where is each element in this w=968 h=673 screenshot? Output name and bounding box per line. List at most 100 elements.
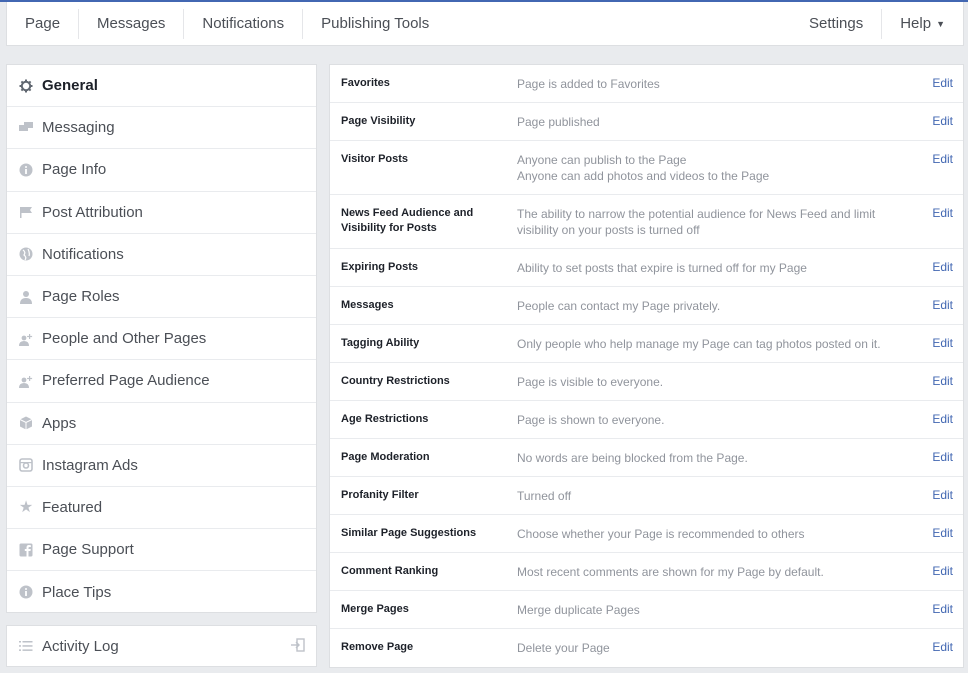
- edit-link[interactable]: Edit: [932, 602, 953, 616]
- sidebar-item-label: People and Other Pages: [42, 330, 207, 348]
- help-menu[interactable]: Help ▼: [882, 9, 963, 39]
- row-value-line: Anyone can publish to the Page: [517, 153, 687, 167]
- row-value: Delete your Page: [517, 641, 610, 655]
- row-label: Tagging Ability: [341, 337, 420, 349]
- row-label: Country Restrictions: [341, 375, 450, 387]
- settings-row-profanity-filter: Profanity Filter Turned off Edit: [330, 477, 963, 515]
- row-value: Page is shown to everyone.: [517, 413, 665, 427]
- sidebar-item-label: Featured: [42, 498, 103, 516]
- edit-link[interactable]: Edit: [932, 640, 953, 654]
- sidebar-item-label: Post Attribution: [42, 203, 143, 221]
- sidebar-item-preferred-page-audience[interactable]: Preferred Page Audience: [7, 360, 316, 403]
- audience-icon: [18, 373, 34, 389]
- edit-link[interactable]: Edit: [932, 450, 953, 464]
- activity-log-label: Activity Log: [42, 637, 119, 655]
- row-value: Page published: [517, 115, 600, 129]
- row-label: Favorites: [341, 77, 390, 89]
- sidebar-item-label: General: [42, 77, 98, 95]
- list-icon: [18, 638, 34, 654]
- sidebar-item-people-and-other-pages[interactable]: People and Other Pages: [7, 318, 316, 361]
- edit-link[interactable]: Edit: [932, 412, 953, 426]
- row-label: Messages: [341, 299, 394, 311]
- sidebar-item-label: Place Tips: [42, 583, 112, 601]
- info-icon: [18, 162, 34, 178]
- settings-row-page-moderation: Page Moderation No words are being block…: [330, 439, 963, 477]
- row-value: Choose whether your Page is recommended …: [517, 527, 805, 541]
- settings-row-comment-ranking: Comment Ranking Most recent comments are…: [330, 553, 963, 591]
- sidebar-item-notifications[interactable]: Notifications: [7, 234, 316, 276]
- activity-log-link[interactable]: Activity Log: [6, 625, 317, 667]
- tab-messages[interactable]: Messages: [79, 8, 185, 39]
- globe-icon: [18, 246, 34, 262]
- row-value: Page is added to Favorites: [517, 77, 660, 91]
- settings-panel: Favorites Page is added to Favorites Edi…: [329, 64, 964, 668]
- sidebar-item-label: Notifications: [42, 245, 124, 263]
- person-icon: [18, 289, 34, 305]
- sidebar-item-featured[interactable]: ★ Featured: [7, 487, 316, 530]
- edit-link[interactable]: Edit: [932, 260, 953, 274]
- settings-row-country-restrictions: Country Restrictions Page is visible to …: [330, 363, 963, 401]
- sidebar-item-label: Instagram Ads: [42, 456, 138, 474]
- row-label: Visitor Posts: [341, 153, 409, 165]
- sidebar-item-messaging[interactable]: Messaging: [7, 107, 316, 150]
- row-label: Page Moderation: [341, 451, 430, 463]
- sidebar-item-instagram-ads[interactable]: Instagram Ads: [7, 445, 316, 487]
- row-value: Merge duplicate Pages: [517, 603, 640, 617]
- edit-link[interactable]: Edit: [932, 206, 953, 220]
- sidebar-item-general[interactable]: General: [7, 65, 316, 108]
- row-value: Only people who help manage my Page can …: [517, 337, 881, 351]
- edit-link[interactable]: Edit: [932, 298, 953, 312]
- edit-link[interactable]: Edit: [932, 374, 953, 388]
- settings-row-age-restrictions: Age Restrictions Page is shown to everyo…: [330, 401, 963, 439]
- row-value-line: Anyone can add photos and videos to the …: [517, 169, 770, 183]
- settings-row-messages: Messages People can contact my Page priv…: [330, 287, 963, 325]
- info-icon: [18, 584, 34, 600]
- sidebar-item-page-info[interactable]: Page Info: [7, 149, 316, 192]
- settings-row-favorites: Favorites Page is added to Favorites Edi…: [330, 65, 963, 103]
- sidebar-item-apps[interactable]: Apps: [7, 403, 316, 445]
- page-top-nav: Page Messages Notifications Publishing T…: [6, 2, 964, 46]
- edit-link[interactable]: Edit: [932, 564, 953, 578]
- row-value: Ability to set posts that expire is turn…: [517, 261, 807, 275]
- settings-row-page-visibility: Page Visibility Page published Edit: [330, 103, 963, 141]
- sidebar-item-post-attribution[interactable]: Post Attribution: [7, 192, 316, 234]
- help-label: Help: [900, 15, 932, 32]
- star-icon: ★: [18, 499, 34, 517]
- edit-link[interactable]: Edit: [932, 488, 953, 502]
- sidebar-item-label: Page Roles: [42, 288, 120, 306]
- tab-publishing-tools[interactable]: Publishing Tools: [303, 9, 447, 39]
- sidebar-item-place-tips[interactable]: Place Tips: [7, 571, 316, 613]
- exit-icon[interactable]: [291, 637, 305, 655]
- sidebar-item-label: Page Info: [42, 161, 107, 179]
- settings-row-remove-page: Remove Page Delete your Page Edit: [330, 629, 963, 667]
- edit-link[interactable]: Edit: [932, 114, 953, 128]
- edit-link[interactable]: Edit: [932, 336, 953, 350]
- row-label: Profanity Filter: [341, 489, 419, 501]
- row-value: Most recent comments are shown for my Pa…: [517, 565, 824, 579]
- sidebar-item-label: Page Support: [42, 541, 134, 559]
- sidebar-item-page-roles[interactable]: Page Roles: [7, 276, 316, 319]
- row-label: Remove Page: [341, 641, 414, 653]
- gear-icon: [18, 78, 34, 94]
- edit-link[interactable]: Edit: [932, 526, 953, 540]
- caret-down-icon: ▼: [936, 18, 945, 29]
- row-label: Comment Ranking: [341, 565, 439, 577]
- tab-page[interactable]: Page: [7, 8, 80, 39]
- row-value: The ability to narrow the potential audi…: [517, 207, 876, 237]
- settings-sidebar: General Messaging Page Info Post Attribu…: [6, 64, 317, 613]
- sidebar-item-label: Apps: [42, 414, 77, 432]
- settings-row-expiring-posts: Expiring Posts Ability to set posts that…: [330, 249, 963, 287]
- row-label: Merge Pages: [341, 603, 409, 615]
- row-value: No words are being blocked from the Page…: [517, 451, 748, 465]
- settings-row-similar-page-suggestions: Similar Page Suggestions Choose whether …: [330, 515, 963, 553]
- row-value: Anyone can publish to the Page Anyone ca…: [517, 152, 897, 184]
- edit-link[interactable]: Edit: [932, 152, 953, 166]
- tab-notifications[interactable]: Notifications: [184, 8, 304, 39]
- row-value: People can contact my Page privately.: [517, 299, 721, 313]
- support-icon: [18, 542, 34, 558]
- cube-icon: [18, 415, 34, 431]
- settings-row-merge-pages: Merge Pages Merge duplicate Pages Edit: [330, 591, 963, 629]
- edit-link[interactable]: Edit: [932, 76, 953, 90]
- tab-settings[interactable]: Settings: [791, 8, 883, 39]
- sidebar-item-page-support[interactable]: Page Support: [7, 529, 316, 572]
